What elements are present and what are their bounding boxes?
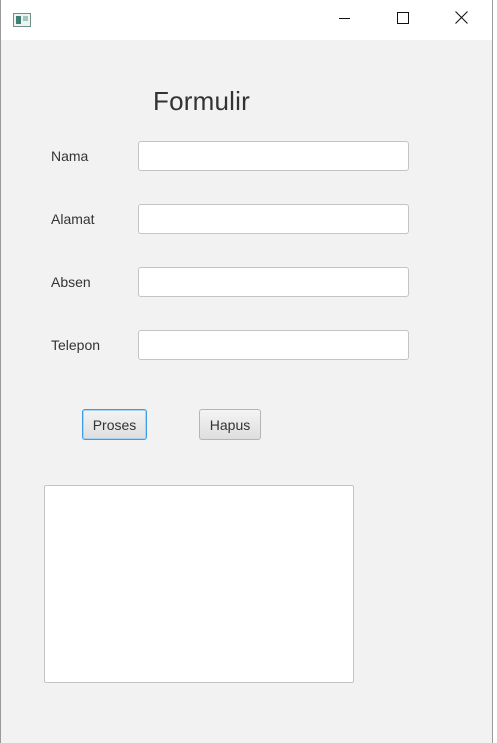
app-icon — [13, 13, 31, 27]
output-textarea[interactable] — [44, 485, 354, 683]
alamat-label: Alamat — [51, 211, 95, 227]
alamat-field[interactable] — [138, 204, 409, 234]
proses-button[interactable]: Proses — [82, 409, 147, 440]
form-title: Formulir — [153, 86, 250, 116]
app-window: Formulir Nama Alamat Absen Telepon Prose… — [0, 0, 493, 743]
nama-label: Nama — [51, 148, 89, 164]
close-button[interactable] — [432, 0, 490, 40]
form-panel: Formulir Nama Alamat Absen Telepon Prose… — [1, 40, 492, 743]
minimize-button[interactable] — [316, 0, 374, 40]
title-bar[interactable] — [1, 0, 492, 40]
background-desktop — [493, 0, 497, 743]
telepon-field[interactable] — [138, 330, 409, 360]
hapus-button[interactable]: Hapus — [199, 409, 261, 440]
close-icon — [454, 11, 468, 29]
telepon-label: Telepon — [51, 337, 101, 353]
absen-label: Absen — [51, 274, 91, 290]
minimize-icon — [339, 11, 351, 29]
nama-field[interactable] — [138, 141, 409, 171]
absen-field[interactable] — [138, 267, 409, 297]
maximize-icon — [397, 11, 409, 29]
maximize-button[interactable] — [374, 0, 432, 40]
